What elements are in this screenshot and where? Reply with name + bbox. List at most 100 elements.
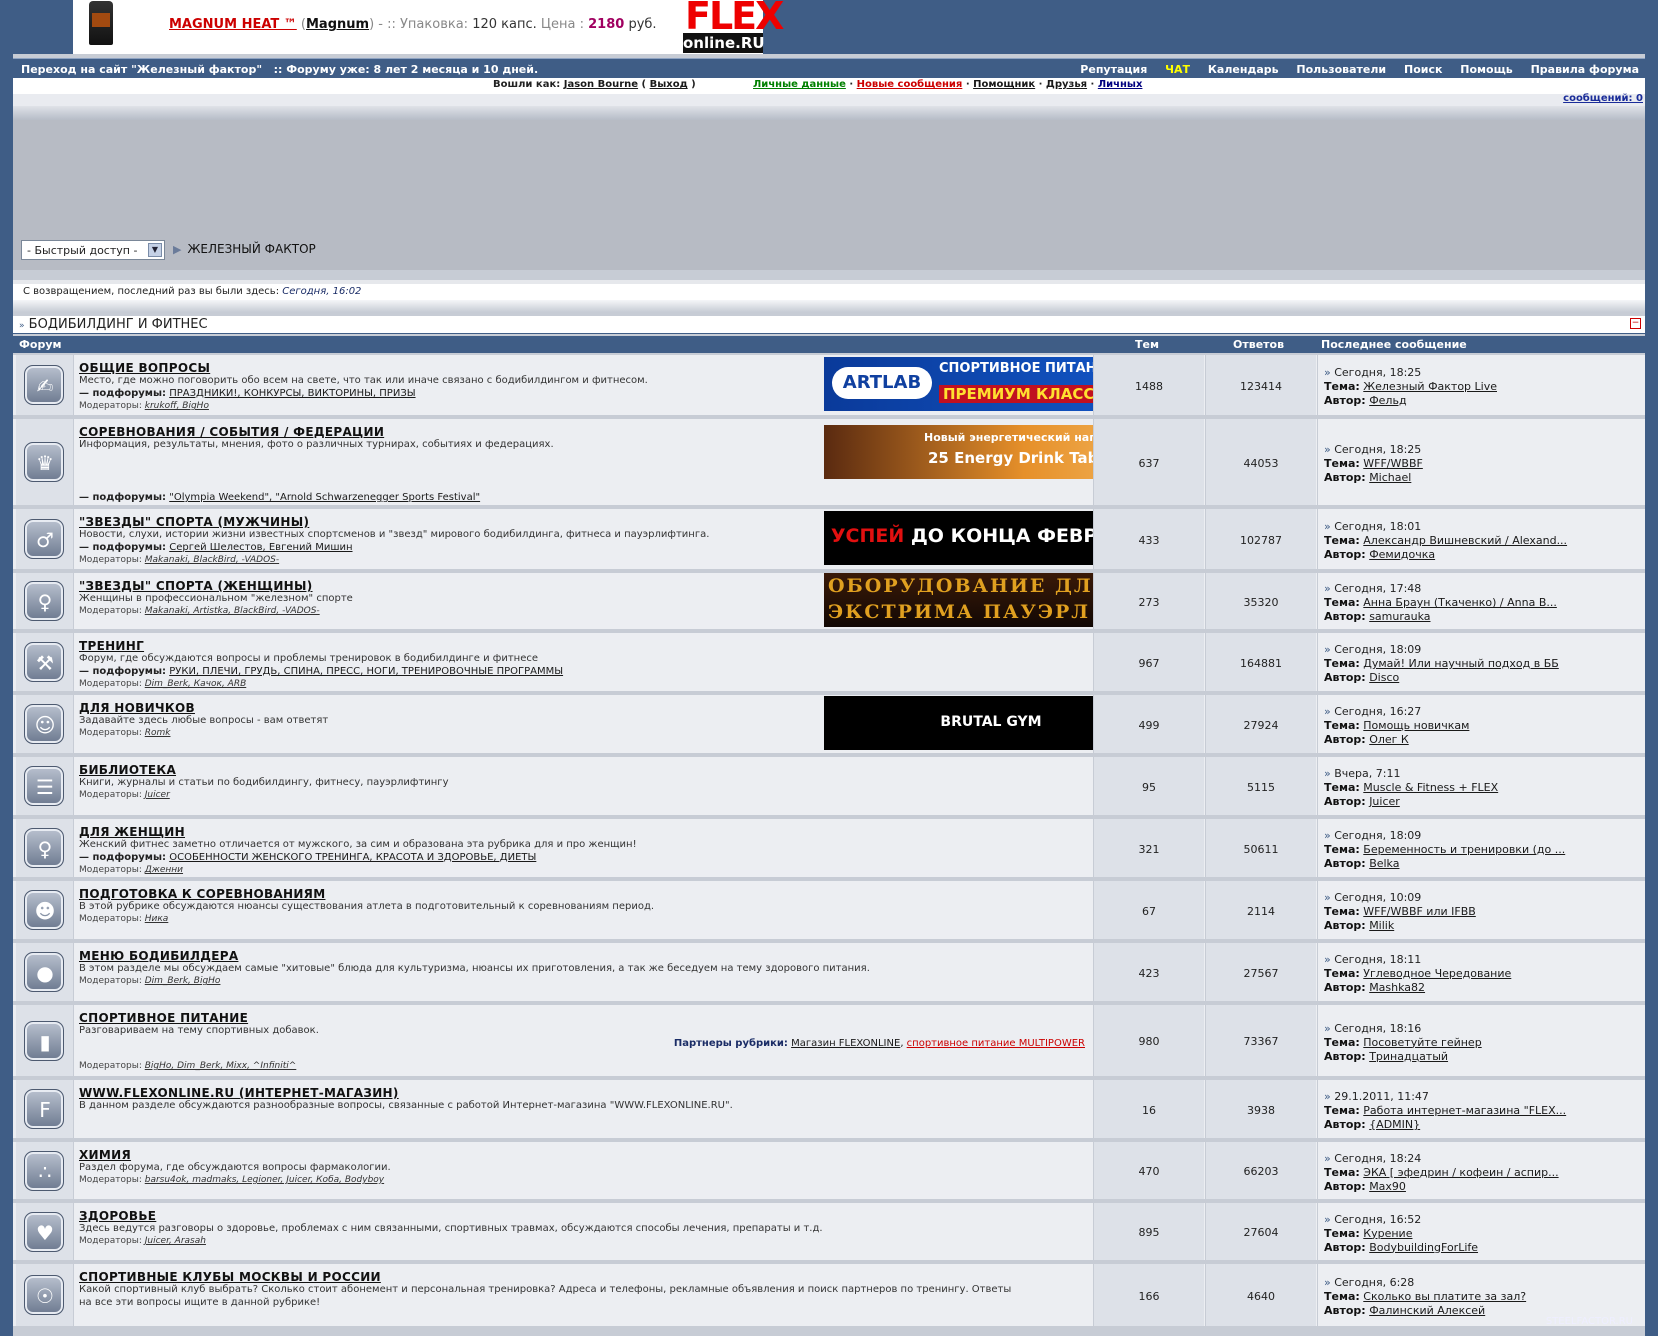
last-post-arrow-icon[interactable]: » <box>1324 1022 1331 1035</box>
last-post-arrow-icon[interactable]: » <box>1324 953 1331 966</box>
chevron-down-icon[interactable]: ▼ <box>148 243 162 257</box>
forum-title-link[interactable]: "ЗВЕЗДЫ" СПОРТА (ЖЕНЩИНЫ) <box>79 579 313 593</box>
last-post-author-link[interactable]: Фемидочка <box>1369 548 1435 561</box>
forum-status-icon[interactable]: ♂ <box>24 519 64 559</box>
last-post-topic-link[interactable]: ЭКА [ эфедрин / кофеин / аспир... <box>1363 1166 1558 1179</box>
moderator-links[interactable]: krukoff, BigHo <box>145 401 209 411</box>
moderator-links[interactable]: Ника <box>145 914 169 924</box>
forum-status-icon[interactable]: ☺ <box>24 704 64 744</box>
last-post-topic-link[interactable]: Анна Браун (Ткаченко) / Anna B... <box>1363 596 1557 609</box>
nav-calendar[interactable]: Календарь <box>1208 63 1279 76</box>
nav-reputation[interactable]: Репутация <box>1080 63 1147 76</box>
last-post-author-link[interactable]: BodybuildingForLife <box>1369 1241 1478 1254</box>
last-post-arrow-icon[interactable]: » <box>1324 1090 1331 1103</box>
product-link[interactable]: MAGNUM HEAT ™ <box>169 17 297 32</box>
forum-status-icon[interactable]: ∴ <box>24 1150 64 1191</box>
last-post-arrow-icon[interactable]: » <box>1324 767 1331 780</box>
moderator-links[interactable]: Romk <box>145 728 171 738</box>
last-post-author-link[interactable]: Олег К <box>1369 733 1409 746</box>
last-post-topic-link[interactable]: Железный Фактор Live <box>1363 380 1497 393</box>
last-post-author-link[interactable]: Фалинский Алексей <box>1369 1304 1485 1317</box>
forum-status-icon[interactable]: ✍ <box>24 365 64 405</box>
last-post-topic-link[interactable]: WFF/WBBF <box>1363 457 1423 470</box>
forum-title-link[interactable]: ЗДОРОВЬЕ <box>79 1209 156 1223</box>
last-post-author-link[interactable]: Тринадцатый <box>1369 1050 1448 1063</box>
forum-title-link[interactable]: СПОРТИВНОЕ ПИТАНИЕ <box>79 1011 248 1025</box>
moderator-links[interactable]: barsu4ok, madmaks, Legioner, Juicer, Коб… <box>145 1175 384 1185</box>
forum-status-icon[interactable]: ♥ <box>24 1211 64 1252</box>
assistant-link[interactable]: Помощник <box>973 79 1035 90</box>
forum-status-icon[interactable]: ♀ <box>24 581 64 621</box>
last-post-topic-link[interactable]: Muscle & Fitness + FLEX <box>1363 781 1498 794</box>
last-post-topic-link[interactable]: Курение <box>1363 1227 1412 1240</box>
last-post-author-link[interactable]: samurauka <box>1369 610 1430 623</box>
forum-title-link[interactable]: ДЛЯ НОВИЧКОВ <box>79 701 195 715</box>
private-link[interactable]: Личных <box>1098 79 1143 90</box>
last-post-arrow-icon[interactable]: » <box>1324 891 1331 904</box>
forum-title-link[interactable]: СПОРТИВНЫЕ КЛУБЫ МОСКВЫ И РОССИИ <box>79 1270 381 1284</box>
last-post-arrow-icon[interactable]: » <box>1324 705 1331 718</box>
forum-status-icon[interactable]: ♀ <box>24 828 64 868</box>
subforum-links[interactable]: Сергей Шелестов, Евгений Мишин <box>169 542 352 553</box>
last-post-author-link[interactable]: Juicer <box>1369 795 1400 808</box>
last-post-topic-link[interactable]: Углеводное Чередование <box>1363 967 1511 980</box>
subforum-links[interactable]: РУКИ, ПЛЕЧИ, ГРУДЬ, СПИНА, ПРЕСС, НОГИ, … <box>169 666 563 677</box>
last-post-author-link[interactable]: Milik <box>1369 919 1394 932</box>
last-post-author-link[interactable]: Michael <box>1369 471 1411 484</box>
forum-title-link[interactable]: ХИМИЯ <box>79 1148 131 1162</box>
last-post-arrow-icon[interactable]: » <box>1324 643 1331 656</box>
moderator-links[interactable]: Juicer, Arasah <box>145 1236 206 1246</box>
subforum-links[interactable]: ПРАЗДНИКИ!, КОНКУРСЫ, ВИКТОРИНЫ, ПРИЗЫ <box>169 388 415 399</box>
new-posts-link[interactable]: Новые сообщения <box>857 79 963 90</box>
forum-title-link[interactable]: "ЗВЕЗДЫ" СПОРТА (МУЖЧИНЫ) <box>79 515 309 529</box>
forum-status-icon[interactable]: ☻ <box>24 890 64 930</box>
last-post-arrow-icon[interactable]: » <box>1324 520 1331 533</box>
last-post-topic-link[interactable]: Александр Вишневский / Alexand... <box>1363 534 1567 547</box>
forum-status-icon[interactable]: ⚒ <box>24 642 64 682</box>
last-post-author-link[interactable]: Max90 <box>1369 1180 1406 1193</box>
forum-title-link[interactable]: СОРЕВНОВАНИЯ / СОБЫТИЯ / ФЕДЕРАЦИИ <box>79 425 384 439</box>
forum-title-link[interactable]: ОБЩИЕ ВОПРОСЫ <box>79 361 210 375</box>
collapse-icon[interactable]: − <box>1630 318 1641 329</box>
nav-help[interactable]: Помощь <box>1460 63 1512 76</box>
last-post-author-link[interactable]: Фельд <box>1369 394 1406 407</box>
category-title[interactable]: БОДИБИЛДИНГ И ФИТНЕС <box>29 317 208 332</box>
last-post-arrow-icon[interactable]: » <box>1324 829 1331 842</box>
last-post-author-link[interactable]: Mashka82 <box>1369 981 1425 994</box>
forum-title-link[interactable]: МЕНЮ БОДИБИЛДЕРА <box>79 949 238 963</box>
nav-rules[interactable]: Правила форума <box>1531 63 1639 76</box>
logout-link[interactable]: Выход <box>650 79 688 90</box>
last-post-arrow-icon[interactable]: » <box>1324 366 1331 379</box>
last-post-topic-link[interactable]: Помощь новичкам <box>1363 719 1469 732</box>
quick-access-select[interactable]: - Быстрый доступ - ▼ <box>21 240 165 260</box>
forum-status-icon[interactable]: ☉ <box>24 1275 64 1315</box>
forum-status-icon[interactable]: ● <box>24 952 64 992</box>
username-link[interactable]: Jason Bourne <box>564 79 638 90</box>
brand-link[interactable]: Magnum <box>306 17 369 32</box>
forum-title-link[interactable]: БИБЛИОТЕКА <box>79 763 176 777</box>
profile-link[interactable]: Личные данные <box>753 79 846 90</box>
moderator-links[interactable]: Дженни <box>145 865 183 875</box>
moderator-links[interactable]: BigHo, Dim_Berk, Mixx, ^Infiniti^ <box>145 1061 297 1071</box>
last-post-topic-link[interactable]: Работа интернет-магазина "FLEX... <box>1363 1104 1566 1117</box>
forum-status-icon[interactable]: ♛ <box>24 442 64 482</box>
last-post-arrow-icon[interactable]: » <box>1324 443 1331 456</box>
subforum-links[interactable]: "Olympia Weekend", "Arnold Schwarzenegge… <box>169 492 480 503</box>
moderator-links[interactable]: Dim_Berk, Качок, ARB <box>145 679 247 689</box>
top-ad[interactable]: MAGNUM HEAT ™ (Magnum) - :: Упаковка: 12… <box>73 0 784 54</box>
moderator-links[interactable]: Juicer <box>145 790 170 800</box>
forum-title-link[interactable]: ПОДГОТОВКА К СОРЕВНОВАНИЯМ <box>79 887 325 901</box>
breadcrumb-forum[interactable]: ЖЕЛЕЗНЫЙ ФАКТОР <box>187 242 315 256</box>
last-post-author-link[interactable]: {ADMIN} <box>1369 1118 1420 1131</box>
forum-title-link[interactable]: ДЛЯ ЖЕНЩИН <box>79 825 185 839</box>
last-post-arrow-icon[interactable]: » <box>1324 1276 1331 1289</box>
partner-link-multipower[interactable]: спортивное питание MULTIPOWER <box>907 1038 1085 1049</box>
nav-search[interactable]: Поиск <box>1404 63 1442 76</box>
flexonline-logo[interactable]: FLEX online.RU <box>683 0 784 54</box>
moderator-links[interactable]: Makanaki, BlackBird, -VADOS- <box>145 555 279 565</box>
forum-status-icon[interactable]: ▮ <box>24 1020 64 1061</box>
last-post-author-link[interactable]: Belka <box>1369 857 1399 870</box>
last-post-topic-link[interactable]: Думай! Или научный подход в ББ <box>1363 657 1559 670</box>
forum-title-link[interactable]: WWW.FLEXONLINE.RU (ИНТЕРНЕТ-МАГАЗИН) <box>79 1086 399 1100</box>
last-post-arrow-icon[interactable]: » <box>1324 1152 1331 1165</box>
